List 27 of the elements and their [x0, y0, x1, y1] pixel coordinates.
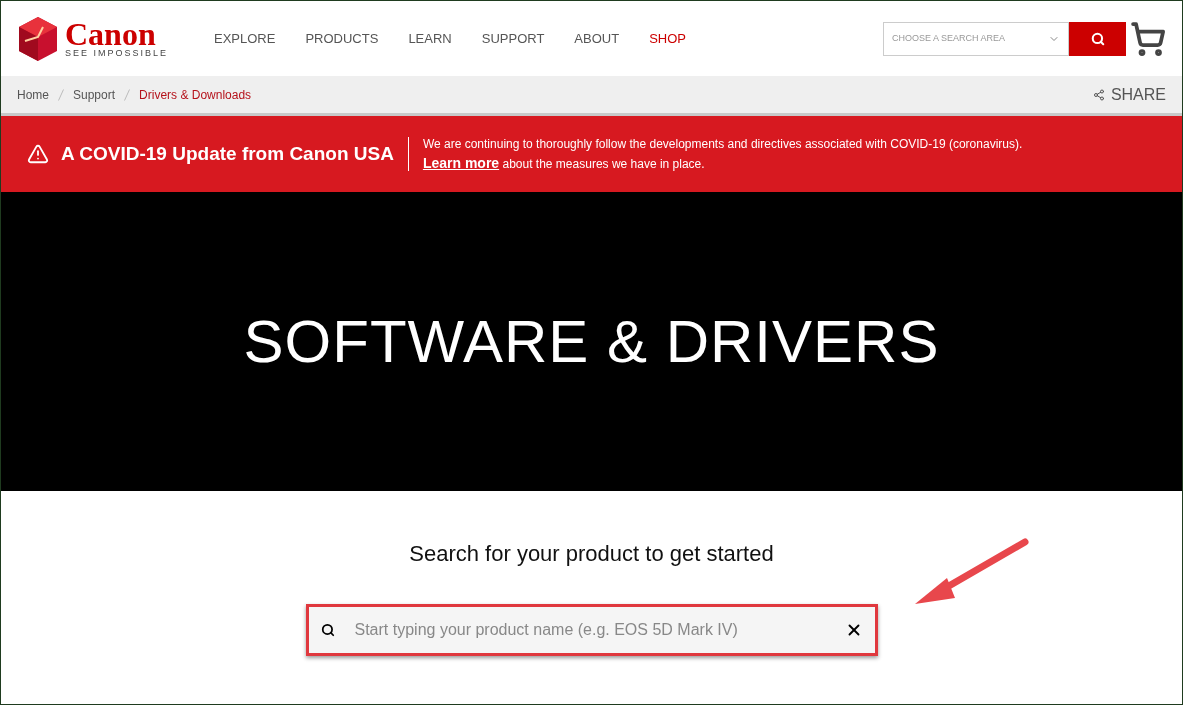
search-button[interactable]: [1069, 21, 1126, 56]
hero-title: SOFTWARE & DRIVERS: [243, 306, 940, 377]
nav-link[interactable]: LEARN: [408, 28, 452, 49]
nav-link[interactable]: PRODUCTS: [305, 28, 379, 49]
alert-title: A COVID-19 Update from Canon USA: [61, 141, 394, 166]
search-icon: [1090, 31, 1105, 46]
alert-message: We are continuing to thoroughly follow the developments and directives associated with COVID-19 (coronavirus). Learn more about the measures we have in place.: [422, 135, 1023, 173]
breadcrumb-link[interactable]: Support: [73, 85, 116, 104]
breadcrumb-separator-icon: [58, 88, 64, 101]
search-icon: [320, 623, 335, 637]
product-search-field[interactable]: Start typing your product name (e.g. EOS 5D Mark IV): [308, 607, 875, 653]
breadcrumb-link[interactable]: Drivers & Downloads: [139, 85, 252, 104]
learn-more-link[interactable]: Learn more: [422, 154, 500, 171]
breadcrumb-separator-icon: [124, 88, 131, 101]
search-heading: Search for your product to get started: [409, 540, 774, 568]
brand-wordmark: Canon: [65, 19, 156, 49]
share-link[interactable]: SHARE: [1092, 82, 1166, 107]
breadcrumb-link[interactable]: Home: [17, 85, 49, 104]
nav-link[interactable]: SUPPORT: [481, 28, 545, 49]
nav-link[interactable]: EXPLORE: [214, 28, 276, 49]
brand-tagline: SEE IMPOSSIBLE: [65, 49, 169, 58]
warning-icon: [27, 143, 49, 165]
nav-link[interactable]: ABOUT: [574, 28, 620, 49]
cart-icon[interactable]: [1130, 20, 1166, 57]
share-icon: [1092, 88, 1105, 101]
cube-logo-icon: [17, 14, 59, 63]
nav-link[interactable]: SHOP: [649, 28, 686, 49]
